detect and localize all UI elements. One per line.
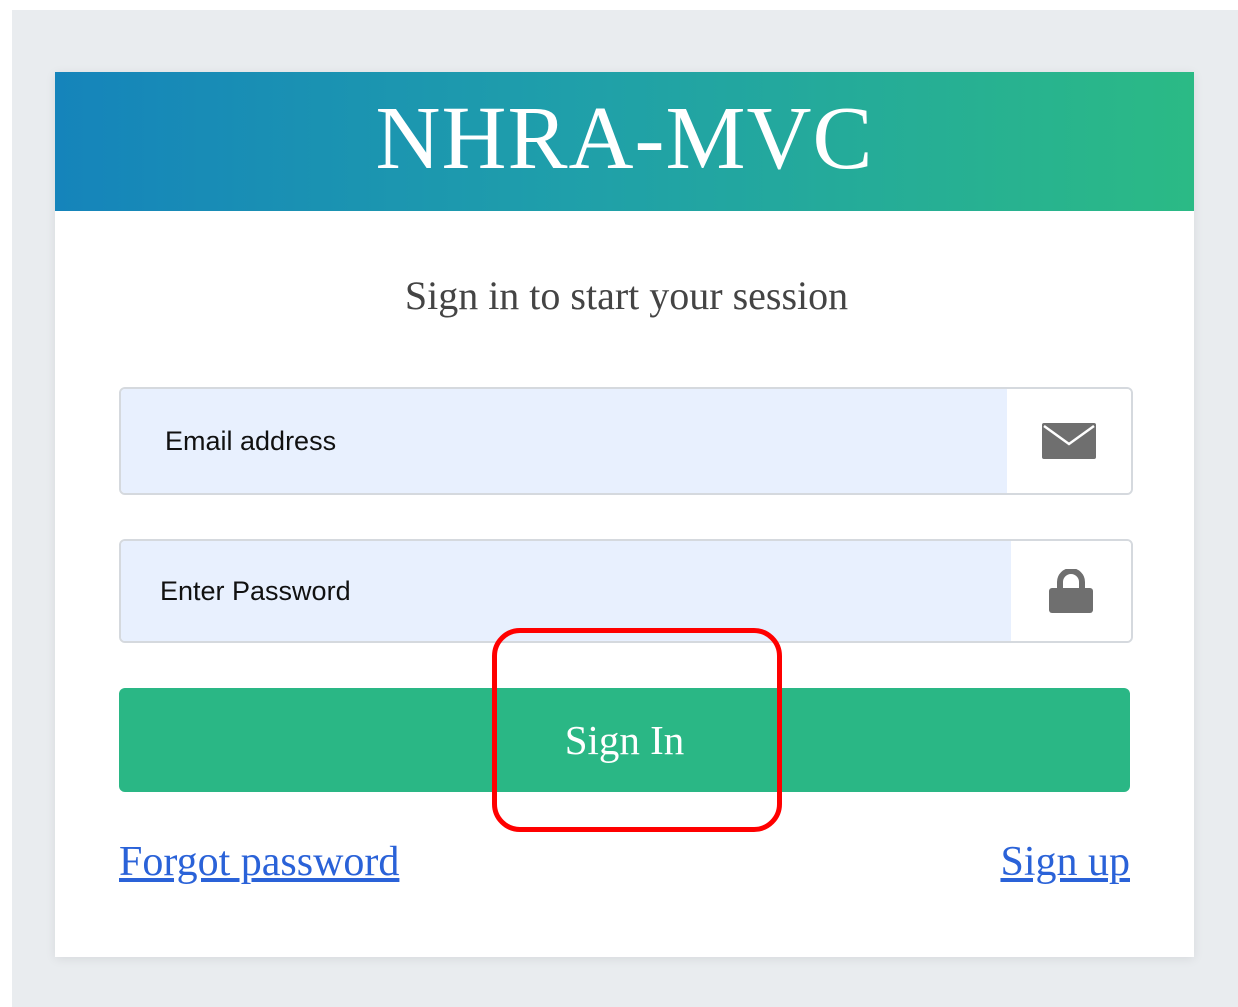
- app-title: NHRA-MVC: [375, 88, 874, 188]
- app-header: NHRA-MVC: [55, 72, 1194, 211]
- password-addon: [1011, 541, 1131, 641]
- email-input[interactable]: [121, 389, 1007, 493]
- email-addon: [1007, 389, 1131, 493]
- forgot-password-link[interactable]: Forgot password: [119, 837, 399, 887]
- password-input[interactable]: [121, 541, 1011, 641]
- sign-up-link[interactable]: Sign up: [1000, 837, 1130, 887]
- envelope-icon: [1042, 423, 1096, 459]
- lock-icon: [1047, 569, 1095, 613]
- sign-in-button[interactable]: Sign In: [119, 688, 1130, 792]
- email-input-group: [119, 387, 1133, 495]
- password-input-group: [119, 539, 1133, 643]
- login-card: NHRA-MVC Sign in to start your session E…: [55, 72, 1194, 957]
- login-subtitle: Sign in to start your session: [404, 273, 849, 318]
